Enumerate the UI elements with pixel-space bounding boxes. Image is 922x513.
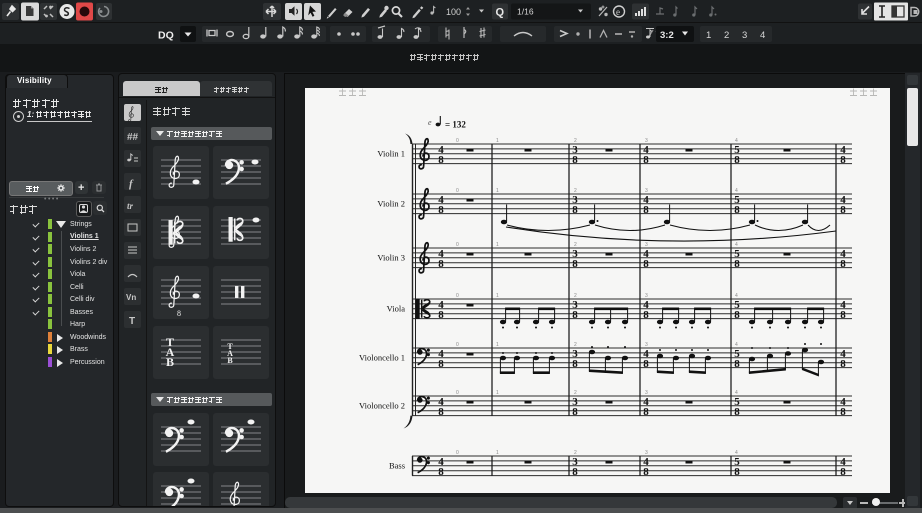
svg-text:1: 1 (496, 450, 499, 456)
svg-text:Vn: Vn (126, 293, 136, 302)
svg-text:8: 8 (734, 154, 740, 166)
svg-text:3: 3 (742, 30, 747, 41)
svg-text:8: 8 (840, 466, 846, 478)
svg-text:2: 2 (574, 293, 577, 299)
svg-text:100: 100 (446, 7, 461, 17)
svg-text:3: 3 (645, 390, 648, 396)
svg-text:e: e (428, 118, 432, 127)
svg-text:T: T (129, 316, 135, 327)
svg-text:8: 8 (572, 466, 578, 478)
svg-text:0: 0 (456, 188, 459, 194)
svg-text:8: 8 (438, 309, 444, 321)
svg-text:Violin 3: Violin 3 (377, 253, 405, 263)
svg-text:2: 2 (574, 188, 577, 194)
svg-text:0: 0 (456, 390, 459, 396)
svg-text:8: 8 (840, 258, 846, 270)
svg-text:3: 3 (645, 242, 648, 248)
svg-text:Q: Q (496, 7, 505, 19)
svg-text:8: 8 (572, 154, 578, 166)
svg-text:8: 8 (734, 204, 740, 216)
svg-text:0: 0 (456, 450, 459, 456)
svg-text:8: 8 (572, 258, 578, 270)
svg-text:Viola: Viola (387, 304, 406, 314)
svg-text:4: 4 (735, 390, 738, 396)
svg-text:= 132: = 132 (445, 120, 466, 130)
svg-text:Violoncello 1: Violoncello 1 (359, 353, 405, 363)
svg-text:B: B (166, 355, 174, 369)
svg-text:Bass: Bass (389, 461, 405, 471)
svg-text:8: 8 (438, 358, 444, 370)
svg-text:1: 1 (496, 390, 499, 396)
svg-text:4: 4 (735, 293, 738, 299)
svg-text:2: 2 (574, 450, 577, 456)
svg-text:tr: tr (127, 201, 134, 211)
svg-text:8: 8 (643, 309, 649, 321)
svg-text:8: 8 (438, 466, 444, 478)
svg-text:8: 8 (438, 258, 444, 270)
svg-text:1: 1 (496, 293, 499, 299)
svg-text:8: 8 (643, 154, 649, 166)
svg-text:4: 4 (760, 30, 765, 41)
svg-text:Violin 2: Violin 2 (377, 199, 405, 209)
svg-text:8: 8 (734, 406, 740, 418)
svg-text:3: 3 (645, 138, 648, 144)
svg-text:8: 8 (734, 466, 740, 478)
svg-text:8: 8 (438, 406, 444, 418)
svg-text:0: 0 (456, 293, 459, 299)
svg-text:2: 2 (574, 242, 577, 248)
svg-text:4: 4 (735, 342, 738, 348)
svg-text:8: 8 (643, 406, 649, 418)
svg-text:8: 8 (643, 358, 649, 370)
svg-text:f: f (129, 178, 134, 190)
svg-text:8: 8 (840, 154, 846, 166)
svg-text:e: e (616, 7, 620, 17)
svg-text:1: 1 (706, 30, 711, 41)
svg-text:4: 4 (735, 138, 738, 144)
svg-text:8: 8 (643, 204, 649, 216)
svg-text:8: 8 (643, 466, 649, 478)
svg-text:8: 8 (572, 204, 578, 216)
svg-text:1: 1 (496, 242, 499, 248)
svg-text:Violin 1: Violin 1 (377, 149, 405, 159)
svg-text:2: 2 (574, 342, 577, 348)
svg-text:3: 3 (645, 293, 648, 299)
svg-text:1/16: 1/16 (517, 7, 534, 17)
svg-text:8: 8 (572, 309, 578, 321)
svg-text:2: 2 (574, 138, 577, 144)
svg-text:0: 0 (456, 242, 459, 248)
svg-text:Violoncello 2: Violoncello 2 (359, 401, 405, 411)
svg-text:3:2: 3:2 (660, 30, 674, 41)
svg-text:3: 3 (645, 342, 648, 348)
svg-text:8: 8 (734, 309, 740, 321)
svg-text:4: 4 (735, 450, 738, 456)
svg-text:8: 8 (438, 154, 444, 166)
svg-text:3: 3 (645, 450, 648, 456)
svg-text:8: 8 (840, 406, 846, 418)
svg-text:0: 0 (456, 138, 459, 144)
svg-text:8: 8 (734, 258, 740, 270)
svg-text:4: 4 (735, 242, 738, 248)
svg-text:8: 8 (572, 406, 578, 418)
svg-text:B: B (227, 356, 233, 365)
svg-text:8: 8 (840, 309, 846, 321)
svg-text:8: 8 (177, 309, 181, 318)
svg-text:8: 8 (438, 204, 444, 216)
svg-text:8: 8 (734, 358, 740, 370)
svg-text:8: 8 (840, 204, 846, 216)
svg-text:2: 2 (574, 390, 577, 396)
svg-text:4: 4 (735, 188, 738, 194)
svg-text:8: 8 (643, 258, 649, 270)
svg-text:1: 1 (496, 188, 499, 194)
svg-text:DQ: DQ (158, 30, 174, 42)
svg-text:1: 1 (496, 138, 499, 144)
svg-text:##: ## (127, 132, 139, 143)
svg-text:8: 8 (840, 358, 846, 370)
svg-text:0: 0 (456, 342, 459, 348)
svg-text:2: 2 (724, 30, 729, 41)
svg-text:1: 1 (496, 342, 499, 348)
svg-text:3: 3 (645, 188, 648, 194)
svg-text:8: 8 (572, 358, 578, 370)
